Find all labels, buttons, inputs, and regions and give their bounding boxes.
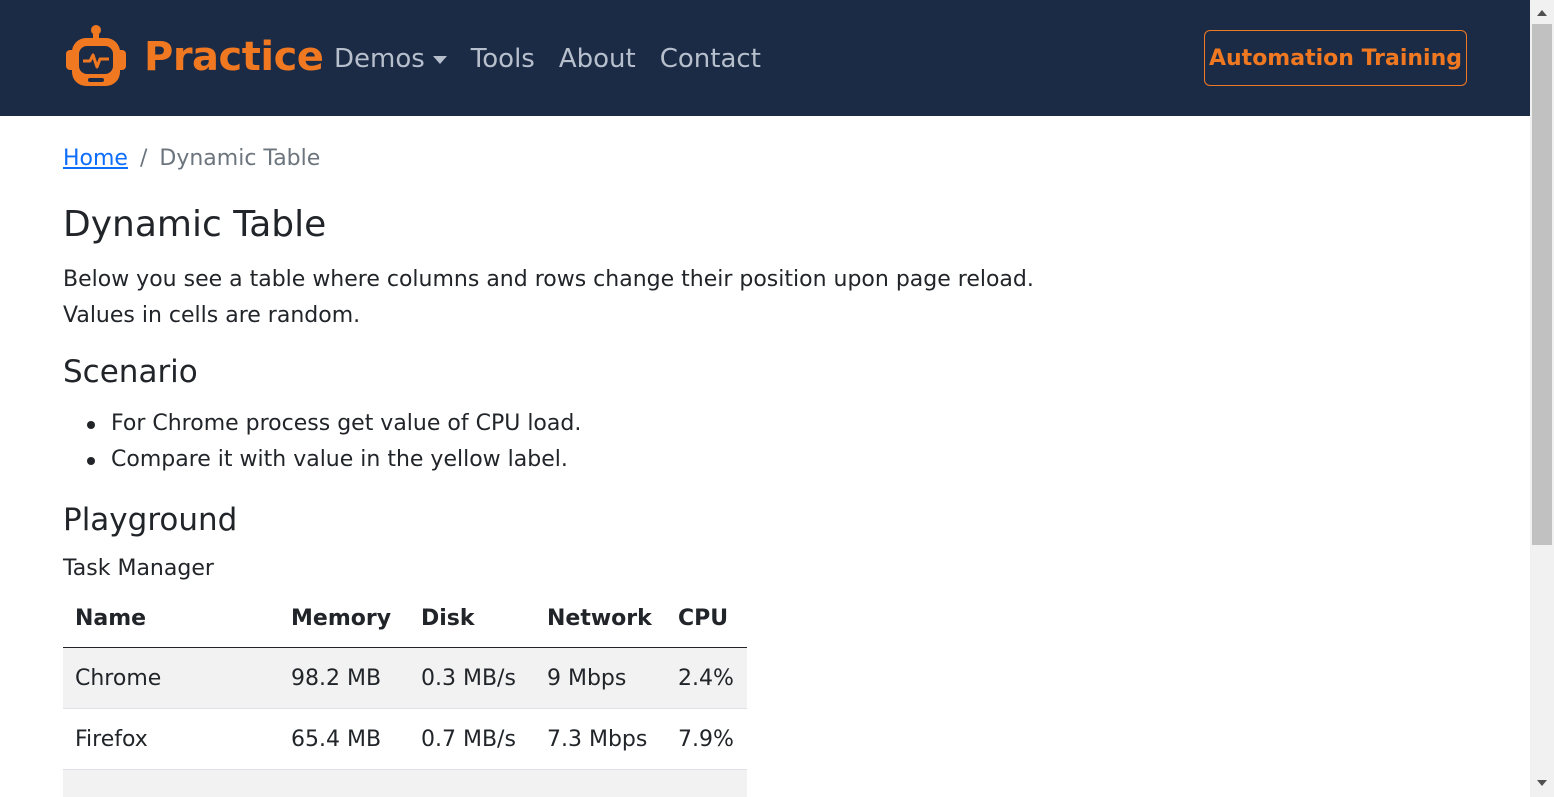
table-cell: 2.4% xyxy=(678,665,734,691)
scenario-list: For Chrome process get value of CPU load… xyxy=(63,406,581,478)
table-cell: 65.4 MB xyxy=(291,726,382,752)
column-header-memory: Memory xyxy=(291,606,392,631)
column-header-cpu: CPU xyxy=(678,606,729,631)
table-cell: 0.7 MB/s xyxy=(421,726,516,752)
table-caption: Task Manager xyxy=(63,556,214,581)
scroll-up-arrow-icon[interactable] xyxy=(1537,10,1547,16)
scroll-down-arrow-icon[interactable] xyxy=(1537,780,1547,786)
table-cell: 98.2 MB xyxy=(291,665,382,691)
breadcrumb-home-link[interactable]: Home xyxy=(63,146,128,171)
table-row-partially-visible xyxy=(63,770,747,797)
table-cell: 7.9% xyxy=(678,726,734,752)
page-title: Dynamic Table xyxy=(63,204,327,245)
table-cell: Firefox xyxy=(75,726,148,752)
brand-link[interactable]: Practice xyxy=(62,24,324,90)
breadcrumb-current: Dynamic Table xyxy=(159,146,321,171)
scenario-item: For Chrome process get value of CPU load… xyxy=(63,406,581,442)
table-cell: 0.3 MB/s xyxy=(421,665,516,691)
scenario-heading: Scenario xyxy=(63,354,198,390)
table-header-row: Name Memory Disk Network CPU xyxy=(63,590,747,648)
top-navbar: Practice Demos Tools About Contact Autom… xyxy=(0,0,1530,116)
robot-head-icon xyxy=(66,25,126,86)
breadcrumb: Home / Dynamic Table xyxy=(63,146,320,171)
scenario-item: Compare it with value in the yellow labe… xyxy=(63,442,581,478)
table-cell: Chrome xyxy=(75,665,162,691)
nav-demos-label: Demos xyxy=(334,44,425,74)
description-line-2: Values in cells are random. xyxy=(63,303,361,328)
playground-heading: Playground xyxy=(63,502,238,538)
description-line-1: Below you see a table where columns and … xyxy=(63,267,1034,292)
column-header-network: Network xyxy=(547,606,652,631)
table-cell: 7.3 Mbps xyxy=(547,726,648,752)
brand-name: Practice xyxy=(144,34,324,80)
table-cell: 9 Mbps xyxy=(547,665,627,691)
nav-contact-link[interactable]: Contact xyxy=(660,44,761,74)
page-scrollbar[interactable] xyxy=(1530,0,1554,797)
table-row: Firefox 65.4 MB 0.7 MB/s 7.3 Mbps 7.9% xyxy=(63,709,747,770)
nav-tools-link[interactable]: Tools xyxy=(471,44,535,74)
page-description: Below you see a table where columns and … xyxy=(63,262,1034,334)
nav-links: Demos Tools About Contact xyxy=(334,38,785,80)
table-row: Chrome 98.2 MB 0.3 MB/s 9 Mbps 2.4% xyxy=(63,648,747,709)
breadcrumb-separator: / xyxy=(139,146,148,171)
chevron-down-icon xyxy=(432,56,447,64)
automation-training-button[interactable]: Automation Training xyxy=(1204,30,1467,86)
nav-about-link[interactable]: About xyxy=(559,44,636,74)
task-manager-table: Name Memory Disk Network CPU Chrome 98.2… xyxy=(63,590,747,797)
column-header-name: Name xyxy=(75,606,147,631)
column-header-disk: Disk xyxy=(421,606,475,631)
nav-demos-dropdown[interactable]: Demos xyxy=(334,44,447,74)
scrollbar-thumb[interactable] xyxy=(1532,24,1552,545)
